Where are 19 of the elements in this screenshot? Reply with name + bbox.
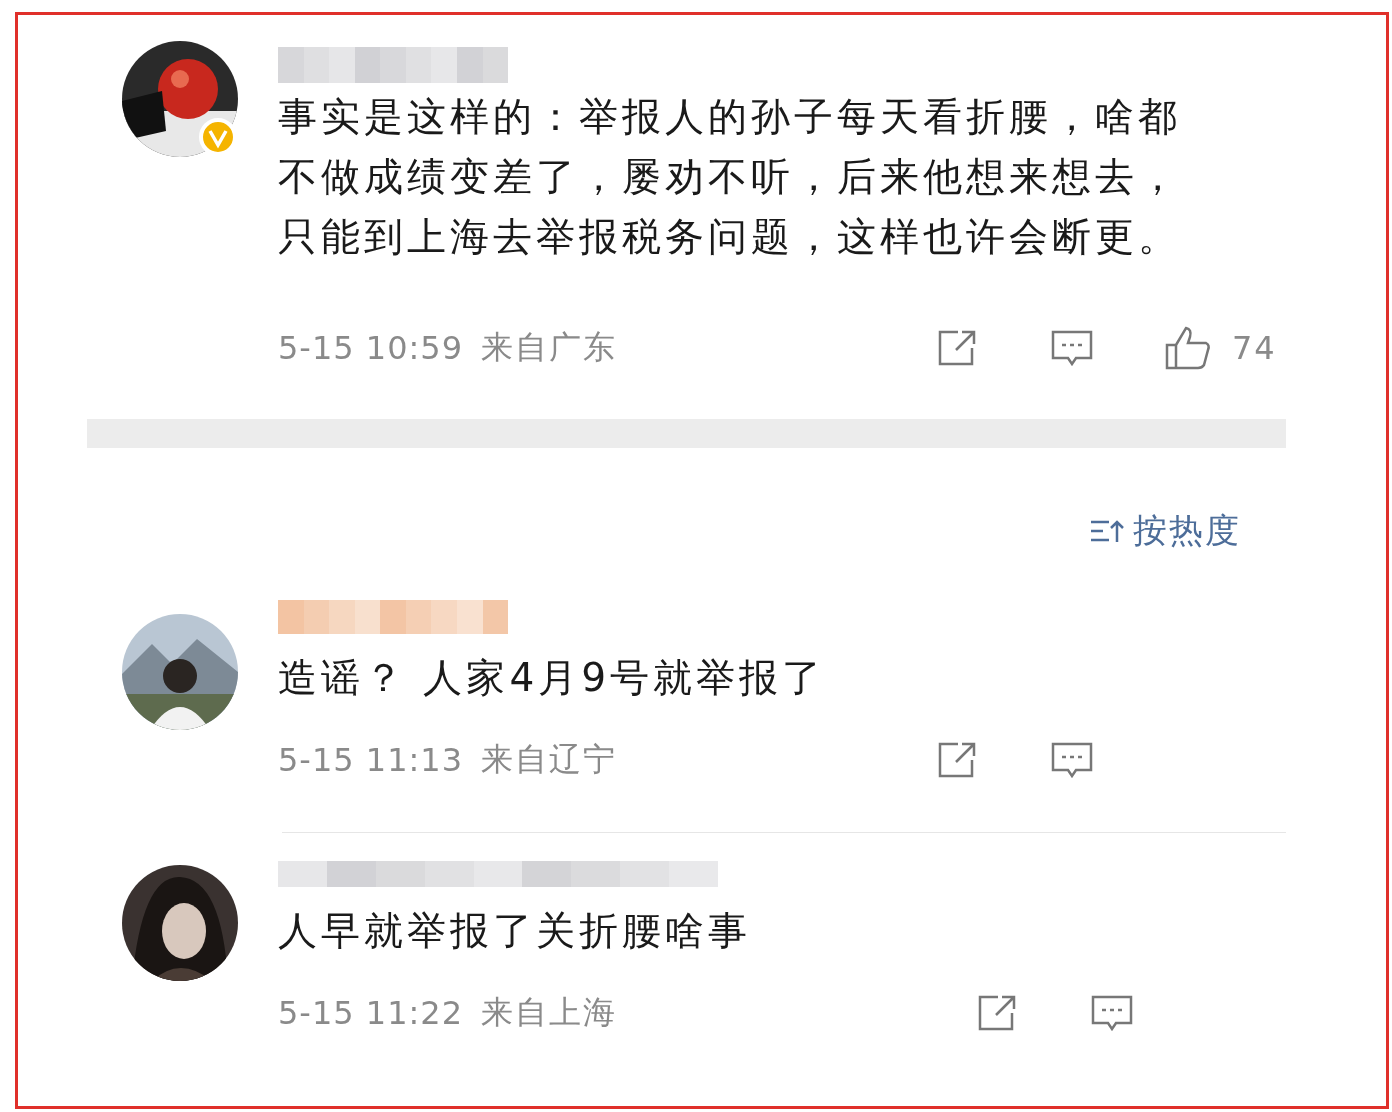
comment-location: 来自广东 — [481, 327, 617, 368]
comment-location: 来自辽宁 — [481, 739, 617, 780]
comment-time: 5-15 10:59 — [278, 329, 463, 367]
share-icon[interactable] — [978, 995, 1016, 1031]
comment-icon[interactable] — [1051, 742, 1093, 779]
comment-time: 5-15 11:13 — [278, 741, 463, 779]
share-icon[interactable] — [938, 742, 976, 778]
sort-icon — [1089, 520, 1125, 544]
sort-button[interactable]: 按热度 — [1089, 508, 1241, 554]
comment-time: 5-15 11:22 — [278, 994, 463, 1032]
like-icon[interactable] — [1165, 326, 1210, 370]
comment-icon[interactable] — [1051, 330, 1093, 367]
comment-text: 造谣？ 人家4月9号就举报了 — [278, 654, 827, 702]
comment-text: 事实是这样的：举报人的孙子每天看折腰，啥都不做成绩变差了，屡劝不听，后来他想来想去，只能到上海去举报税务问题，这样也许会断更。 — [278, 93, 1182, 261]
like-count: 74 — [1232, 329, 1277, 367]
comment-text: 人早就举报了关折腰啥事 — [278, 907, 752, 955]
comment-location: 来自上海 — [481, 992, 617, 1033]
share-icon[interactable] — [938, 330, 976, 366]
comment-icon[interactable] — [1091, 995, 1133, 1032]
